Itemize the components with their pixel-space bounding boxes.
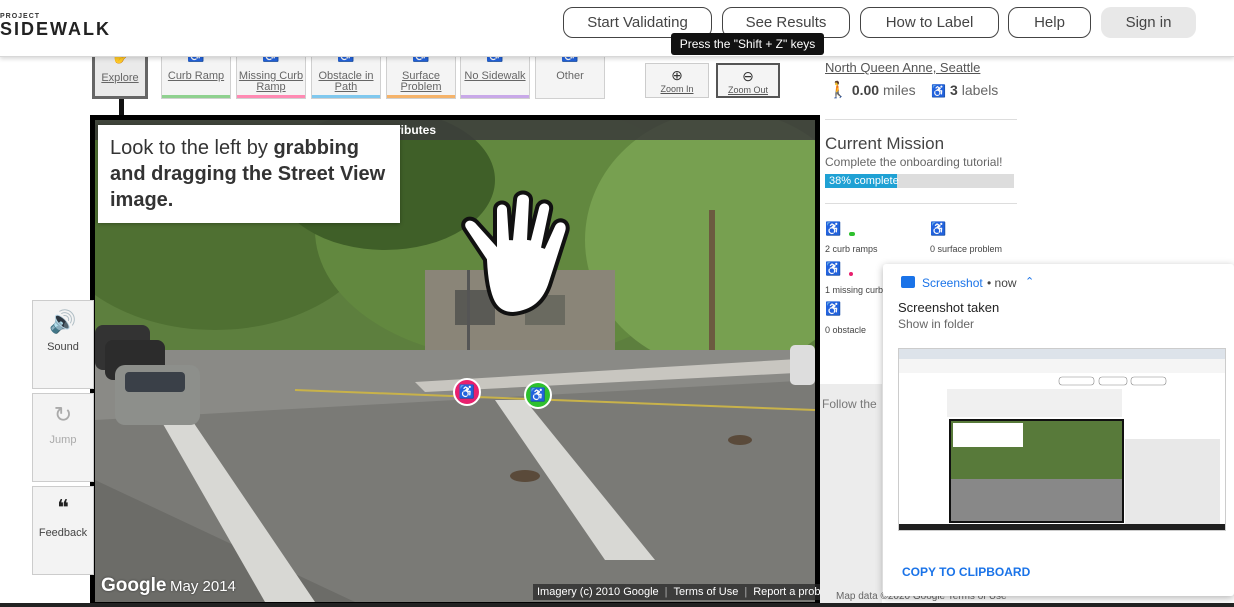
mission-subtitle: Complete the onboarding tutorial! [825,155,1003,169]
label-count-icon: ♿ [931,84,947,98]
imagery-credit: Imagery (c) 2010 Google [537,586,659,598]
speaker-icon: 🔊 [49,309,77,334]
panel-divider [825,119,1017,120]
taskbar-edge [0,603,1234,607]
tool-no-sidewalk-label: No Sidewalk [464,70,526,82]
missing-curb-ramp-stat: 1 missing curb r [825,285,889,295]
zoom-in-icon: ⊕ [671,67,683,83]
chevron-up-icon[interactable]: ⌃ [1025,275,1034,288]
zoom-out-button[interactable]: ⊖ Zoom Out [716,63,780,98]
panel-divider [825,203,1017,204]
obstacle-stat-icon: ♿ [825,301,842,316]
zoom-in-button[interactable]: ⊕ Zoom In [645,63,709,98]
miles-unit: miles [882,82,916,98]
mission-progress-bar: 38% complete [825,174,1014,188]
notification-app-name: Screenshot [922,276,983,290]
sound-label: Sound [47,341,79,353]
feedback-label: Feedback [38,527,88,539]
curb-ramp-marker[interactable]: ♿ [524,381,552,409]
top-header: PROJECT SIDEWALK Start Validating See Re… [0,0,1234,57]
sound-button[interactable]: 🔊 Sound [32,300,94,389]
logo[interactable]: SIDEWALK [0,19,111,40]
walk-icon: 🚶 [828,82,848,99]
labels-unit: labels [961,82,999,98]
credit-separator: | [744,586,748,598]
labels-value: 3 [950,82,958,98]
tool-other-label: Other [556,70,584,82]
mini-map[interactable] [820,384,882,605]
zoom-out-label: Zoom Out [727,85,768,95]
missing-curb-ramp-color-bar [237,95,305,98]
streetview-date: May 2014 [170,578,236,595]
curb-ramp-stat: 2 curb ramps [825,244,878,254]
surface-problem-stat: 0 surface problem [930,244,1003,254]
curb-ramp-stat-dot [849,232,855,236]
mission-title: Current Mission [825,134,945,153]
terms-of-use-link[interactable]: Terms of Use [674,586,739,598]
how-to-label-button[interactable]: How to Label [860,7,999,38]
missing-curb-ramp-marker[interactable]: ♿ [453,378,481,406]
copy-to-clipboard-button[interactable]: COPY TO CLIPBOARD [902,565,1030,579]
missing-curb-ramp-stat-icon: ♿ [825,261,842,276]
screenshot-thumbnail[interactable] [898,348,1226,531]
no-sidewalk-color-bar [461,95,529,98]
tool-explore-label: Explore [101,72,139,84]
surface-problem-color-bar [387,95,455,98]
obstacle-color-bar [312,95,380,98]
missing-curb-ramp-marker-icon: ♿ [458,384,476,399]
streetview-credits: Imagery (c) 2010 Google | Terms of Use |… [533,584,843,600]
show-in-folder-link[interactable]: Show in folder [898,317,974,331]
zoom-tooltip: Press the "Shift + Z" keys [671,33,824,55]
notification-title: Screenshot taken [898,300,1000,315]
google-logo: Google [101,575,167,596]
tool-missing-curb-ramp-label: Missing Curb Ramp [238,70,304,93]
notification-time: • now [987,276,1017,290]
jump-icon: ↻ [53,402,73,427]
feedback-button[interactable]: ❝ Feedback [32,486,94,575]
tutorial-instruction: Look to the left by grabbing and draggin… [98,125,400,223]
mission-progress-label: 38% complete [829,175,899,187]
neighborhood-link[interactable]: North Queen Anne, Seattle [825,60,980,75]
tool-obstacle-label: Obstacle in Path [318,70,374,93]
credit-separator: | [664,586,668,598]
instruction-text: Look to the left by [110,137,274,159]
jump-label: Jump [49,434,77,446]
distance-stats: 🚶 0.00 miles ♿ 3 labels [828,80,998,100]
missing-curb-ramp-stat-dot [849,272,853,276]
zoom-out-icon: ⊖ [742,68,754,84]
help-button[interactable]: Help [1008,7,1091,38]
feedback-icon: ❝ [57,495,69,520]
miles-value: 0.00 [851,82,880,98]
surface-problem-stat-icon: ♿ [930,221,947,236]
curb-ramp-color-bar [162,95,230,98]
curb-ramp-stat-icon: ♿ [825,221,842,236]
curb-ramp-marker-icon: ♿ [529,387,547,402]
obstacle-stat: 0 obstacle [825,325,867,335]
tool-surface-problem-label: Surface Problem [400,70,442,93]
sign-in-button[interactable]: Sign in [1101,7,1196,38]
follow-text: Follow the [822,397,877,411]
screenshot-app-icon [901,276,915,288]
tool-curb-ramp-label: Curb Ramp [167,70,225,82]
zoom-in-label: Zoom In [660,84,694,94]
screenshot-notification[interactable]: Screenshot • now ⌃ Screenshot taken Show… [883,264,1234,596]
jump-button[interactable]: ↻ Jump [32,393,94,482]
